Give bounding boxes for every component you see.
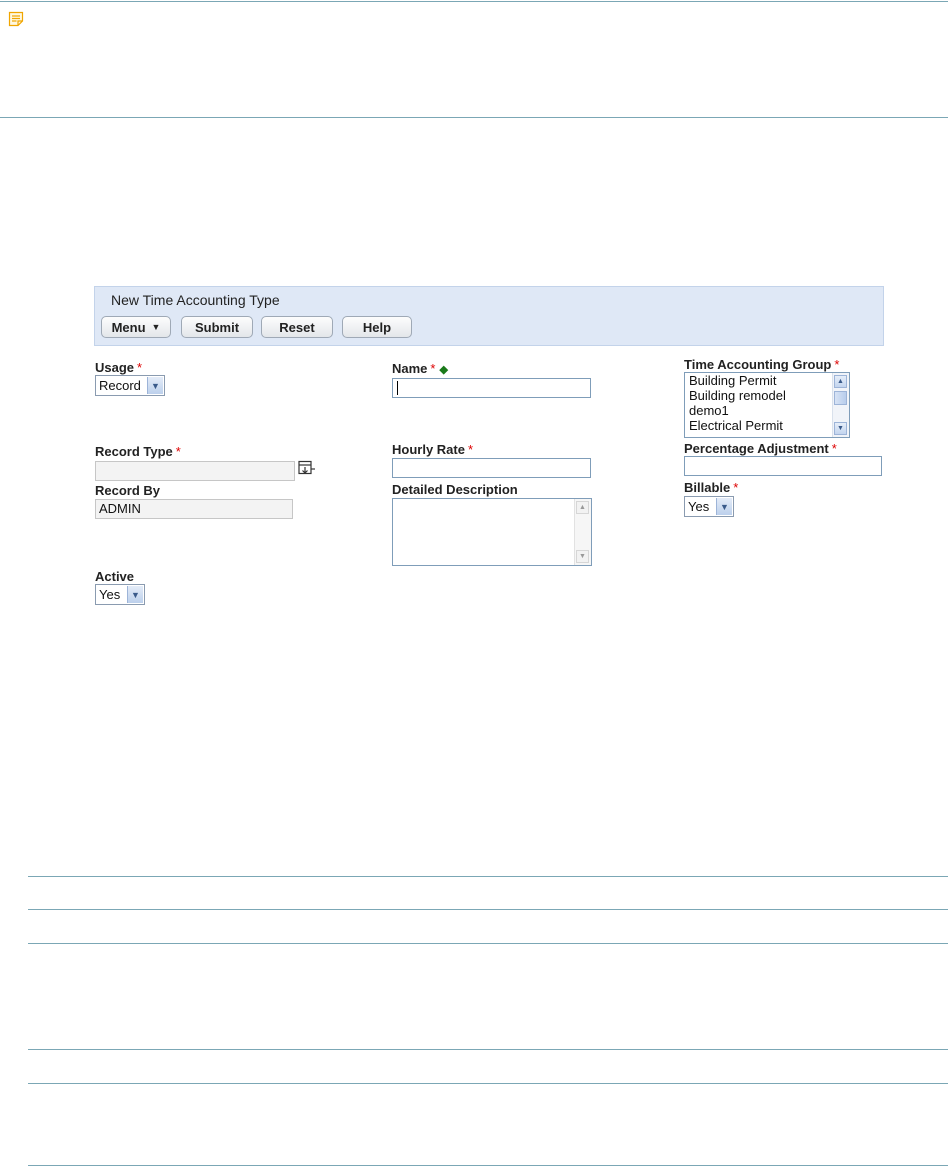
submit-button[interactable]: Submit (181, 316, 253, 338)
note-bottom-rule (0, 117, 948, 118)
textarea-scrollbar[interactable]: ▲ ▼ (574, 499, 591, 565)
required-marker: * (834, 357, 840, 372)
hourly-rate-label: Hourly Rate * (392, 442, 474, 457)
active-value: Yes (99, 587, 121, 602)
billable-value: Yes (688, 499, 710, 514)
active-select[interactable]: Yes ▼ (95, 584, 145, 605)
table-rule (28, 1165, 948, 1166)
time-accounting-group-list[interactable]: Building Permit Building remodel demo1 E… (684, 372, 850, 438)
name-input[interactable] (392, 378, 591, 398)
billable-select[interactable]: Yes ▼ (684, 496, 734, 517)
required-marker: * (175, 444, 181, 459)
chevron-down-icon: ▼ (716, 498, 732, 515)
chevron-down-icon: ▼ (147, 377, 163, 394)
required-marker: * (467, 442, 474, 457)
table-rule (28, 876, 948, 877)
chevron-down-icon: ▼ (127, 586, 143, 603)
percentage-adjustment-input[interactable] (684, 456, 882, 476)
table-rule (28, 943, 948, 944)
reset-button[interactable]: Reset (261, 316, 333, 338)
scroll-down-icon[interactable]: ▼ (576, 550, 589, 563)
text-cursor (397, 381, 398, 395)
menu-button[interactable]: Menu ▼ (101, 316, 171, 338)
hourly-rate-input[interactable] (392, 458, 591, 478)
scroll-up-icon[interactable]: ▲ (576, 501, 589, 514)
table-rule (28, 1083, 948, 1084)
detailed-description-textarea[interactable]: ▲ ▼ (392, 498, 592, 566)
form-title: New Time Accounting Type (111, 292, 280, 308)
scroll-thumb[interactable] (834, 391, 847, 405)
required-marker: * (831, 441, 837, 456)
usage-select[interactable]: Record ▼ (95, 375, 165, 396)
scroll-down-icon[interactable]: ▼ (834, 422, 847, 435)
required-marker: * (137, 360, 143, 375)
select-record-type-icon[interactable] (298, 460, 316, 476)
note-icon (8, 11, 24, 27)
record-type-input (95, 461, 295, 481)
help-button[interactable]: Help (342, 316, 412, 338)
record-by-input: ADMIN (95, 499, 293, 519)
top-rule (0, 1, 948, 2)
usage-value: Record (99, 378, 141, 393)
percentage-adjustment-label: Percentage Adjustment * (684, 441, 837, 456)
list-scrollbar[interactable]: ▲ ▼ (832, 373, 849, 437)
active-label: Active (95, 569, 135, 584)
table-rule (28, 1049, 948, 1050)
required-marker: * (733, 480, 739, 495)
form-header-panel: New Time Accounting Type Menu ▼ Submit R… (94, 286, 884, 346)
table-rule (28, 909, 948, 910)
list-item[interactable]: demo1 (685, 403, 849, 418)
record-type-label: Record Type * (95, 444, 181, 459)
list-item[interactable]: Building Permit (685, 373, 849, 388)
record-by-label: Record By (95, 483, 161, 498)
menu-button-label: Menu (111, 319, 146, 335)
scroll-up-icon[interactable]: ▲ (834, 375, 847, 388)
list-item[interactable]: Building remodel (685, 388, 849, 403)
list-item[interactable]: Electrical Permit (685, 418, 849, 433)
detailed-description-label: Detailed Description (392, 482, 518, 497)
name-label: Name * ◆ (392, 361, 448, 376)
diamond-icon: ◆ (439, 364, 448, 376)
time-accounting-group-label: Time Accounting Group * (684, 357, 840, 372)
usage-label: Usage * (95, 360, 143, 375)
required-marker: * (430, 361, 436, 376)
billable-label: Billable * (684, 480, 739, 495)
menu-dropdown-icon: ▼ (151, 322, 161, 332)
